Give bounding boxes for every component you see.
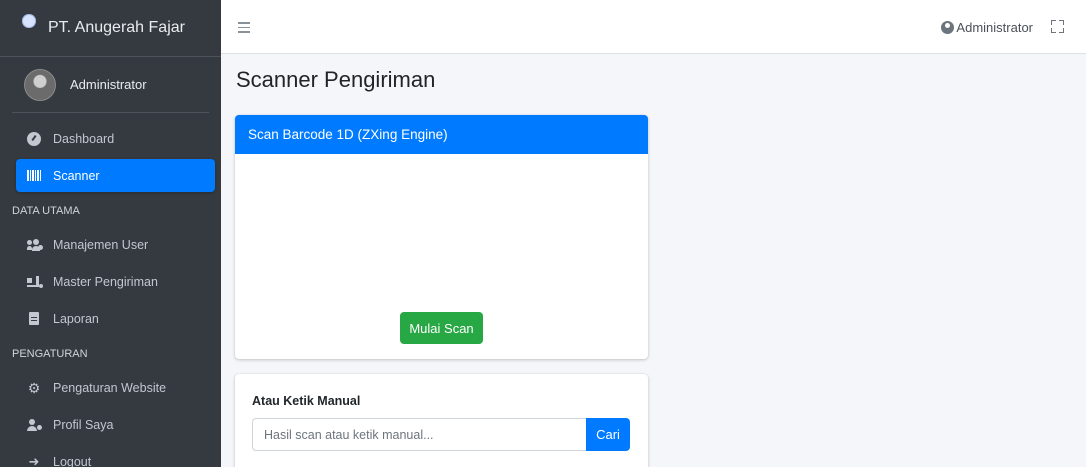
sidebar-item-label: Laporan [53,311,99,326]
brand-name: PT. Anugerah Fajar [48,19,185,36]
manual-input-card: Atau Ketik Manual Cari [235,374,648,467]
tachometer-icon [27,131,41,146]
sidebar-item-pengaturan-website[interactable]: ⚙ Pengaturan Website [16,371,215,404]
sidebar-item-manajemen-user[interactable]: Manajemen User [16,228,215,261]
sidebar-nav: Dashboard Scanner DATA UTAMA Manajemen U… [0,122,221,467]
sidebar-header-data-utama: DATA UTAMA [12,205,80,217]
sidebar-item-label: Profil Saya [53,417,114,432]
sign-out-icon: ➜ [28,453,40,467]
start-scan-button[interactable]: Mulai Scan [400,312,483,344]
user-cog-icon [27,418,42,432]
sidebar-item-label: Logout [53,454,92,467]
brand-logo-icon [22,14,36,28]
sidebar-item-label: Manajemen User [53,237,149,252]
sidebar-item-profil-saya[interactable]: Profil Saya [16,408,215,441]
avatar [24,68,56,101]
scan-card: Scan Barcode 1D (ZXing Engine) Mulai Sca… [235,115,648,359]
top-user-label: Administrator [956,20,1033,35]
sidebar-item-label: Scanner [53,168,100,183]
sidebar-item-label: Master Pengiriman [53,274,158,289]
sidebar-item-scanner[interactable]: Scanner [16,159,215,192]
barcode-icon [27,169,41,183]
truck-loading-icon [27,275,43,289]
page-title: Scanner Pengiriman [236,67,436,92]
cogs-icon: ⚙ [27,379,41,396]
manual-input-label: Atau Ketik Manual [252,394,361,408]
brand-link[interactable]: PT. Anugerah Fajar [0,0,221,57]
user-circle-icon [941,21,955,34]
search-button[interactable]: Cari [586,418,630,451]
sidebar-header-pengaturan: PENGATURAN [12,348,88,360]
fullscreen-icon[interactable] [1051,20,1064,33]
sidebar: PT. Anugerah Fajar Administrator Dashboa… [0,0,221,467]
sidebar-item-label: Dashboard [53,131,115,146]
menu-toggle-icon[interactable] [238,22,250,33]
sidebar-item-master-pengiriman[interactable]: Master Pengiriman [16,265,215,298]
sidebar-item-laporan[interactable]: Laporan [16,302,215,335]
user-panel[interactable]: Administrator [12,57,209,113]
sidebar-item-dashboard[interactable]: Dashboard [16,122,215,155]
sidebar-item-label: Pengaturan Website [53,380,167,395]
scan-card-header: Scan Barcode 1D (ZXing Engine) [235,115,648,154]
file-icon [27,312,41,326]
sidebar-item-logout[interactable]: ➜ Logout [16,445,215,467]
users-cog-icon [27,238,43,252]
top-user-menu[interactable]: Administrator [941,20,1033,35]
top-navbar: Administrator [221,0,1086,54]
user-panel-name: Administrator [70,77,147,92]
manual-barcode-input[interactable] [252,418,586,451]
